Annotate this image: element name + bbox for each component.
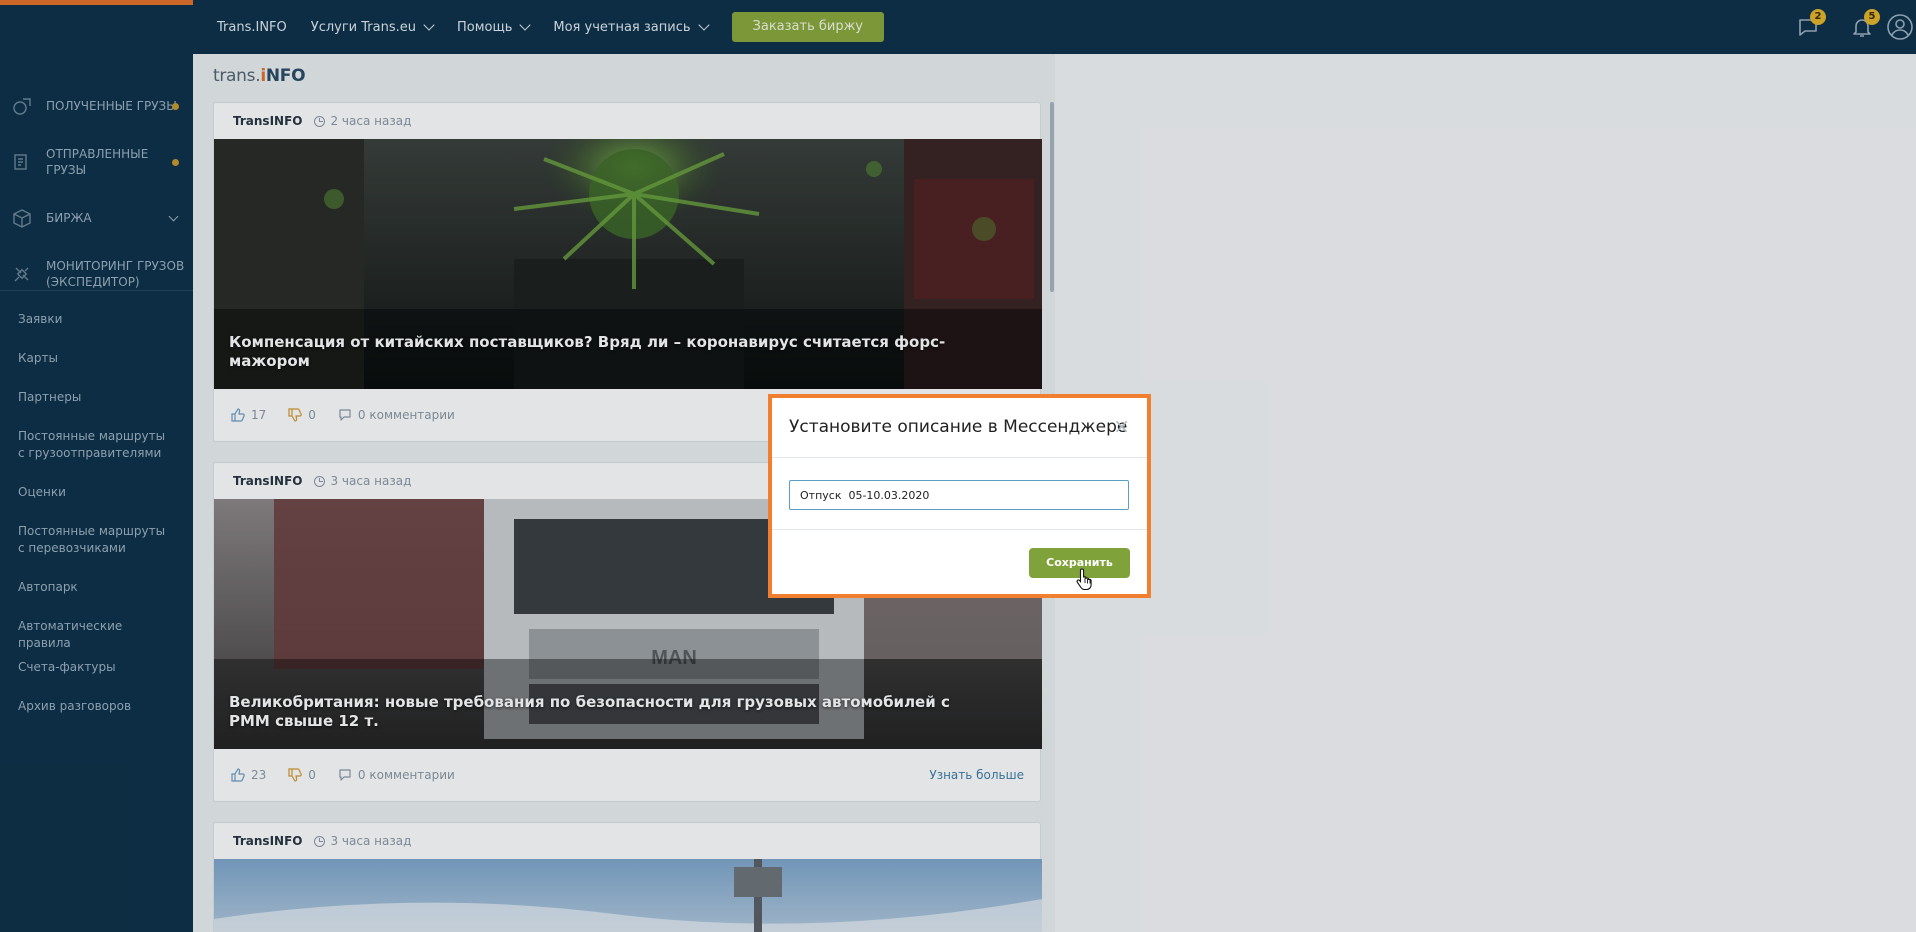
dialog-header: Установите описание в Мессенджере × (772, 398, 1147, 458)
dialog-title: Установите описание в Мессенджере (789, 417, 1128, 437)
close-icon[interactable]: × (1113, 414, 1130, 438)
dialog-body (772, 458, 1147, 530)
description-input[interactable] (789, 480, 1129, 510)
hand-cursor-icon (1076, 568, 1092, 590)
